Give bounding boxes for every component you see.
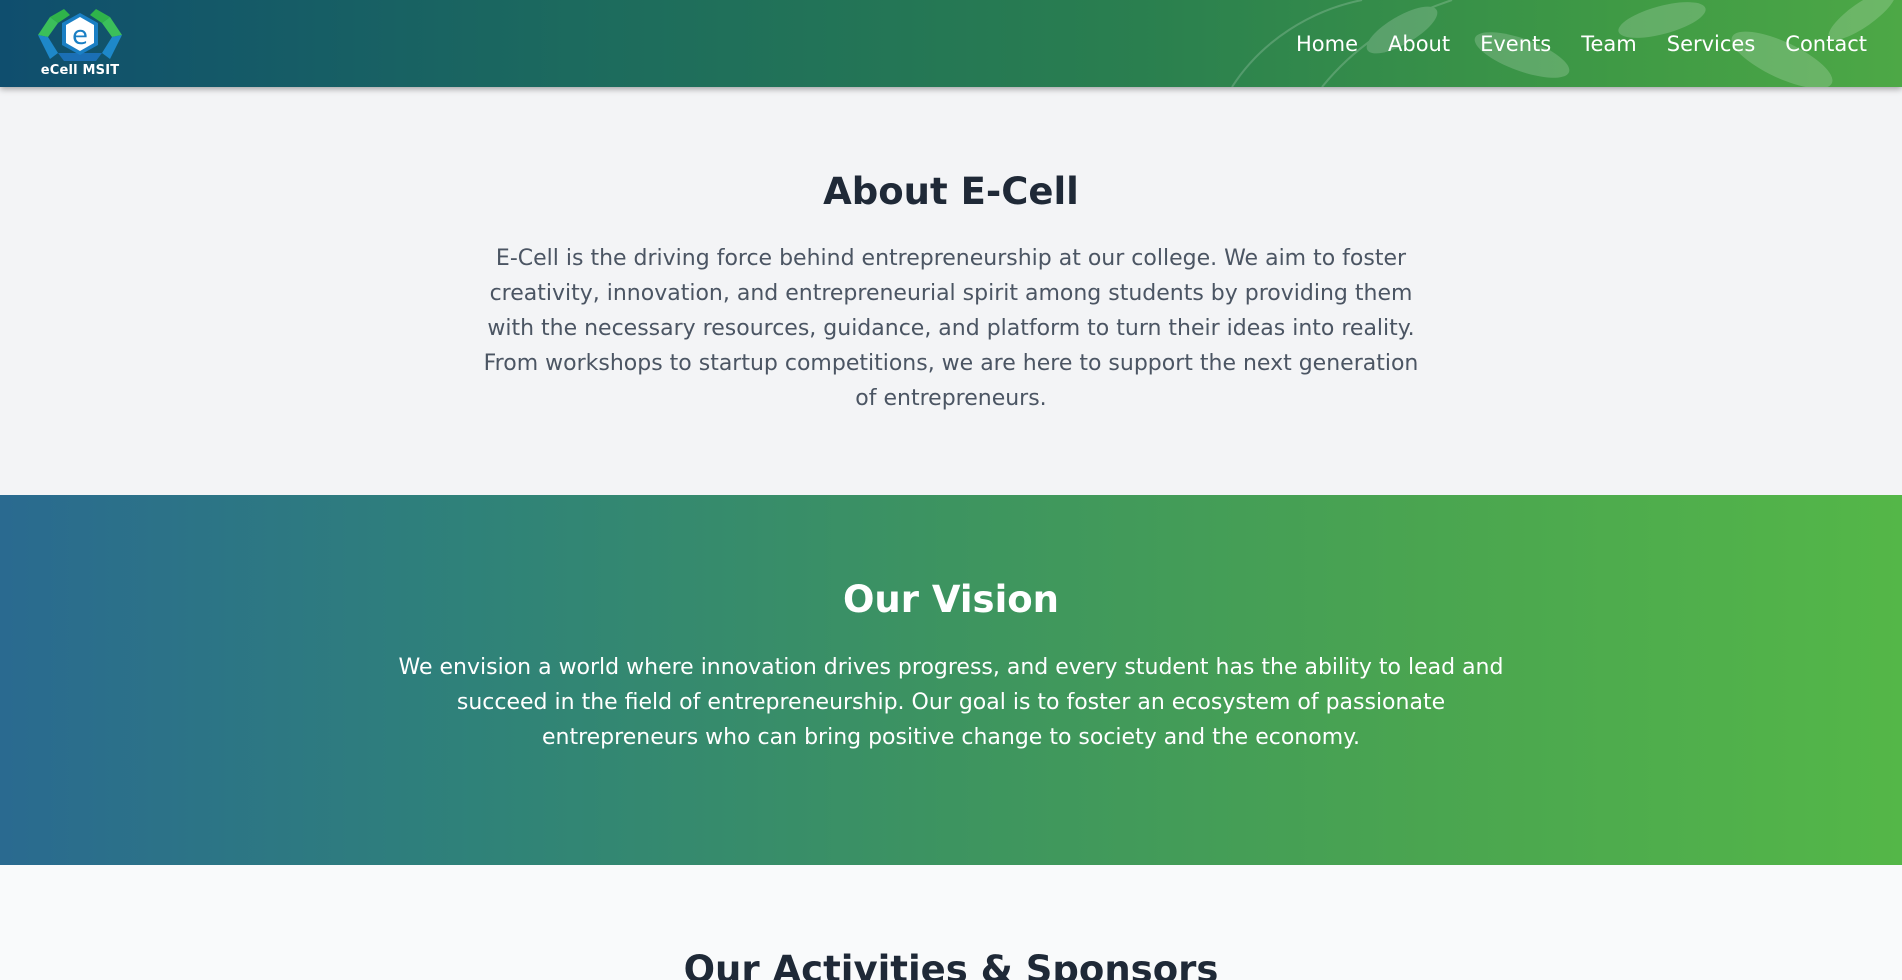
- about-title: About E-Cell: [823, 170, 1079, 213]
- logo-text: eCell MSIT: [40, 63, 120, 78]
- activities-section: Our Activities & Sponsors: [0, 865, 1902, 980]
- about-section: About E-Cell E-Cell is the driving force…: [0, 87, 1902, 495]
- nav-contact-link[interactable]: Contact: [1785, 32, 1867, 56]
- ecell-hexagon-logo-icon: e: [38, 9, 122, 61]
- nav-services-link[interactable]: Services: [1667, 32, 1756, 56]
- vision-title: Our Vision: [842, 578, 1060, 621]
- vision-description: We envision a world where innovation dri…: [398, 655, 1504, 750]
- vision-section: Our Vision We envision a world where inn…: [0, 495, 1902, 865]
- main-nav: Home About Events Team Services Contact: [1296, 0, 1867, 87]
- nav-home-link[interactable]: Home: [1296, 32, 1358, 56]
- site-logo[interactable]: e eCell MSIT: [34, 7, 126, 79]
- navbar: e eCell MSIT Home About Events Team Serv…: [0, 0, 1902, 87]
- nav-events-link[interactable]: Events: [1480, 32, 1551, 56]
- activities-title: Our Activities & Sponsors: [683, 948, 1219, 980]
- svg-text:e: e: [72, 21, 88, 51]
- about-description: E-Cell is the driving force behind entre…: [483, 246, 1419, 411]
- nav-team-link[interactable]: Team: [1581, 32, 1637, 56]
- nav-about-link[interactable]: About: [1388, 32, 1450, 56]
